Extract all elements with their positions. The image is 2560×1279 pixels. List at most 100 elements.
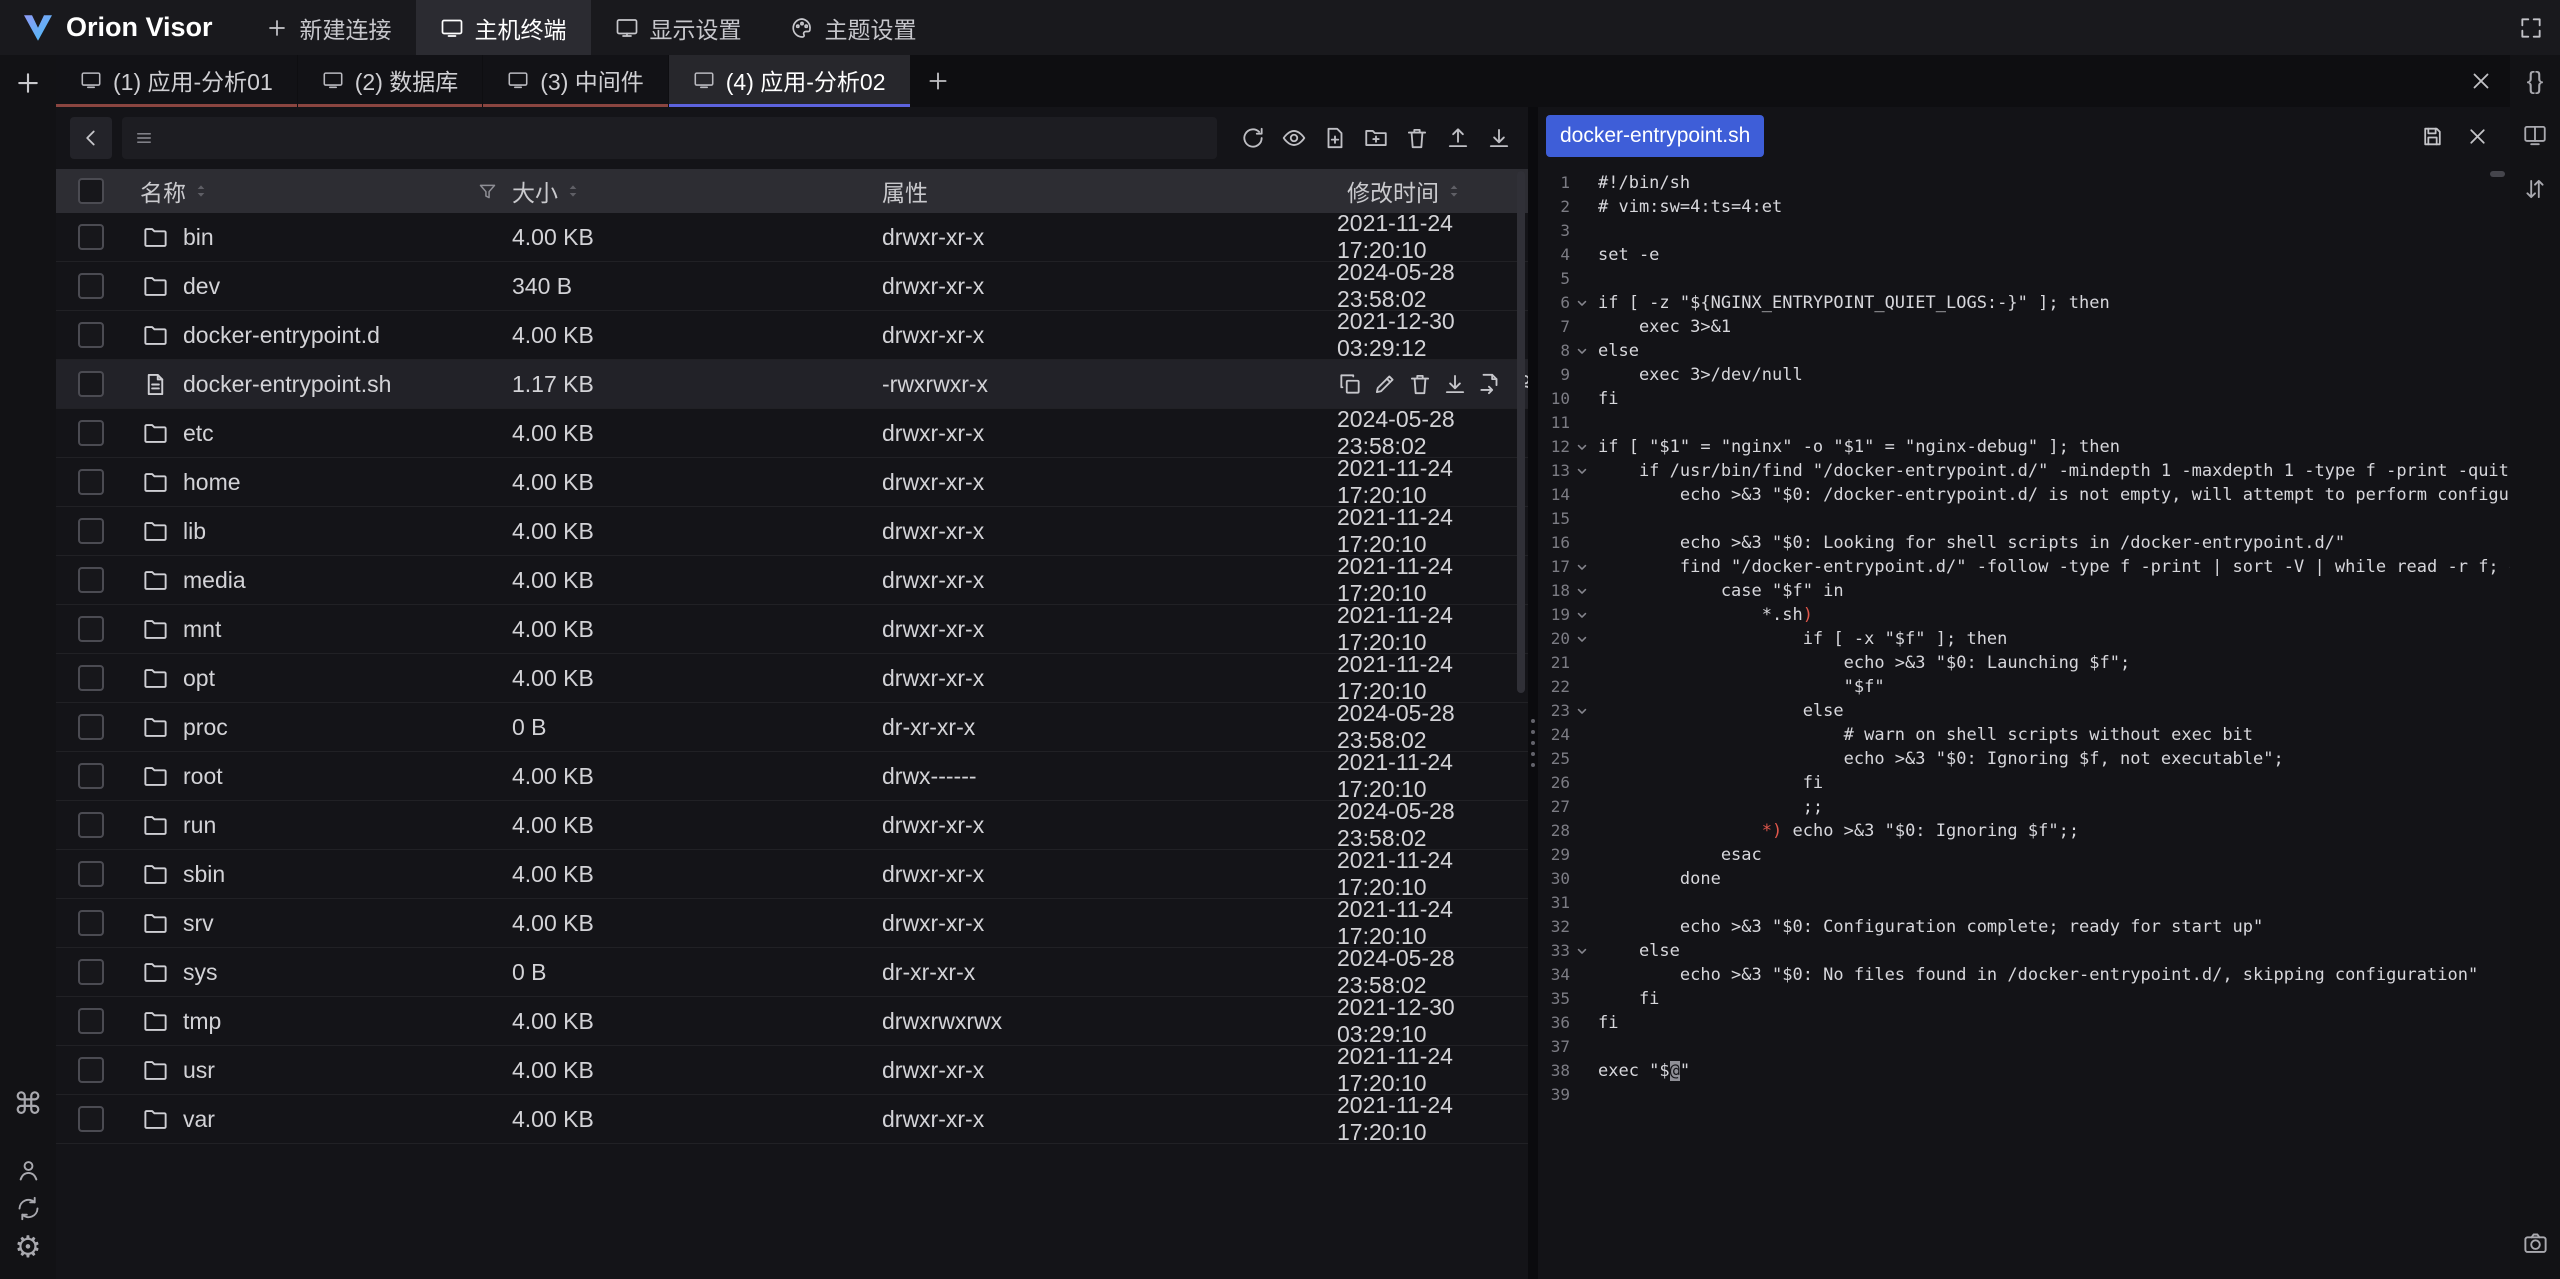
path-input[interactable]: [164, 125, 1205, 152]
refresh-button[interactable]: [1233, 117, 1272, 159]
new-connection-plus-icon[interactable]: [13, 68, 43, 98]
menu-item-host-terminal[interactable]: 主机终端: [416, 0, 591, 55]
row-checkbox[interactable]: [78, 959, 104, 985]
move-icon[interactable]: [1477, 371, 1503, 397]
file-attr: drwxr-xr-x: [882, 518, 1337, 545]
row-checkbox[interactable]: [78, 224, 104, 250]
fold-chevron-icon[interactable]: [1570, 939, 1594, 963]
file-row-bin[interactable]: bin4.00 KBdrwxr-xr-x2021-11-24 17:20:10: [56, 213, 1528, 262]
row-checkbox[interactable]: [78, 371, 104, 397]
row-checkbox[interactable]: [78, 861, 104, 887]
swap-vertical-icon[interactable]: [2522, 176, 2548, 202]
file-row-mnt[interactable]: mnt4.00 KBdrwxr-xr-x2021-11-24 17:20:10: [56, 605, 1528, 654]
fold-chevron-icon[interactable]: [1570, 579, 1594, 603]
copy-icon[interactable]: [1337, 371, 1363, 397]
user-profile-icon[interactable]: [15, 1157, 42, 1184]
editor-scrollbar[interactable]: [2490, 171, 2505, 177]
file-row-media[interactable]: media4.00 KBdrwxr-xr-x2021-11-24 17:20:1…: [56, 556, 1528, 605]
row-checkbox[interactable]: [78, 322, 104, 348]
folder-plus-button[interactable]: [1356, 117, 1395, 159]
file-row-docker-entrypoint.d[interactable]: docker-entrypoint.d4.00 KBdrwxr-xr-x2021…: [56, 311, 1528, 360]
row-checkbox[interactable]: [78, 273, 104, 299]
row-checkbox[interactable]: [78, 616, 104, 642]
row-checkbox[interactable]: [78, 763, 104, 789]
file-row-sys[interactable]: sys0 Bdr-xr-xr-x2024-05-28 23:58:02: [56, 948, 1528, 997]
fold-chevron-icon[interactable]: [1570, 435, 1594, 459]
command-palette-icon[interactable]: ⌘: [13, 1090, 43, 1120]
menu-item-theme-settings[interactable]: 主题设置: [766, 0, 941, 55]
file-row-etc[interactable]: etc4.00 KBdrwxr-xr-x2024-05-28 23:58:02: [56, 409, 1528, 458]
file-row-var[interactable]: var4.00 KBdrwxr-xr-x2021-11-24 17:20:10: [56, 1095, 1528, 1144]
save-icon[interactable]: [2420, 124, 2445, 149]
code-text: else: [1594, 339, 1639, 363]
editor-file-tab[interactable]: docker-entrypoint.sh: [1546, 115, 1764, 157]
fold-chevron-icon[interactable]: [1570, 699, 1594, 723]
file-row-root[interactable]: root4.00 KBdrwx------2021-11-24 17:20:10: [56, 752, 1528, 801]
menu-item-new-connection[interactable]: 新建连接: [241, 0, 416, 55]
back-button[interactable]: [70, 117, 112, 159]
row-checkbox[interactable]: [78, 1106, 104, 1132]
file-row-proc[interactable]: proc0 Bdr-xr-xr-x2024-05-28 23:58:02: [56, 703, 1528, 752]
file-row-home[interactable]: home4.00 KBdrwxr-xr-x2021-11-24 17:20:10: [56, 458, 1528, 507]
file-row-sbin[interactable]: sbin4.00 KBdrwxr-xr-x2021-11-24 17:20:10: [56, 850, 1528, 899]
file-row-docker-entrypoint.sh[interactable]: docker-entrypoint.sh1.17 KB-rwxrwxr-x: [56, 360, 1528, 409]
file-attr: drwxr-xr-x: [882, 665, 1337, 692]
download-button[interactable]: [1479, 117, 1518, 159]
select-all-checkbox[interactable]: [78, 178, 104, 204]
row-checkbox[interactable]: [78, 518, 104, 544]
eye-button[interactable]: [1274, 117, 1313, 159]
file-row-srv[interactable]: srv4.00 KBdrwxr-xr-x2021-11-24 17:20:10: [56, 899, 1528, 948]
row-checkbox[interactable]: [78, 812, 104, 838]
menu-item-display-settings[interactable]: 显示设置: [591, 0, 766, 55]
row-checkbox[interactable]: [78, 1057, 104, 1083]
panel-splitter[interactable]: [1528, 107, 1538, 1279]
close-icon[interactable]: [2468, 68, 2494, 94]
file-plus-button[interactable]: [1315, 117, 1354, 159]
code-editor[interactable]: 1#!/bin/sh2# vim:sw=4:ts=4:et34set -e56i…: [1544, 165, 2510, 1279]
file-row-tmp[interactable]: tmp4.00 KBdrwxrwxrwx2021-12-30 03:29:10: [56, 997, 1528, 1046]
code-text: [1594, 891, 1598, 915]
terminal-tab-4[interactable]: (4) 应用-分析02: [669, 55, 910, 107]
sort-name-icon[interactable]: [193, 183, 209, 199]
fold-chevron-icon[interactable]: [1570, 339, 1594, 363]
file-list-scrollbar[interactable]: [1517, 171, 1525, 693]
file-row-dev[interactable]: dev340 Bdrwxr-xr-x2024-05-28 23:58:02: [56, 262, 1528, 311]
terminal-tab-2[interactable]: (2) 数据库: [298, 55, 483, 107]
fold-chevron-icon[interactable]: [1570, 627, 1594, 651]
file-row-run[interactable]: run4.00 KBdrwxr-xr-x2024-05-28 23:58:02: [56, 801, 1528, 850]
settings-gear-icon[interactable]: ⚙: [15, 1233, 42, 1263]
terminal-tab-3[interactable]: (3) 中间件: [483, 55, 668, 107]
row-checkbox[interactable]: [78, 714, 104, 740]
row-checkbox[interactable]: [78, 910, 104, 936]
fullscreen-icon[interactable]: [2518, 15, 2544, 41]
row-checkbox[interactable]: [78, 665, 104, 691]
file-row-usr[interactable]: usr4.00 KBdrwxr-xr-x2021-11-24 17:20:10: [56, 1046, 1528, 1095]
screenshot-camera-icon[interactable]: [2522, 1230, 2549, 1257]
panel-layout-icon[interactable]: [2522, 122, 2548, 148]
fold-chevron-icon[interactable]: [1570, 555, 1594, 579]
sort-mtime-icon[interactable]: [1446, 183, 1462, 199]
braces-icon[interactable]: {}: [2527, 69, 2544, 94]
sort-size-icon[interactable]: [565, 183, 581, 199]
file-row-lib[interactable]: lib4.00 KBdrwxr-xr-x2021-11-24 17:20:10: [56, 507, 1528, 556]
row-checkbox[interactable]: [78, 567, 104, 593]
line-number: 28: [1544, 819, 1570, 843]
fold-chevron-icon[interactable]: [1570, 603, 1594, 627]
terminal-tab-1[interactable]: (1) 应用-分析01: [56, 55, 297, 107]
fold-chevron-icon[interactable]: [1570, 291, 1594, 315]
add-tab-button[interactable]: [911, 55, 965, 107]
file-row-opt[interactable]: opt4.00 KBdrwxr-xr-x2021-11-24 17:20:10: [56, 654, 1528, 703]
sync-icon[interactable]: [15, 1195, 42, 1222]
filter-icon[interactable]: [477, 181, 498, 202]
trash-button[interactable]: [1397, 117, 1436, 159]
edit-icon[interactable]: [1372, 371, 1398, 397]
plus-icon: [925, 68, 951, 94]
row-checkbox[interactable]: [78, 1008, 104, 1034]
delete-icon[interactable]: [1407, 371, 1433, 397]
row-checkbox[interactable]: [78, 420, 104, 446]
upload-button[interactable]: [1438, 117, 1477, 159]
row-checkbox[interactable]: [78, 469, 104, 495]
fold-chevron-icon[interactable]: [1570, 459, 1594, 483]
download-icon[interactable]: [1442, 371, 1468, 397]
close-icon[interactable]: [2465, 124, 2490, 149]
